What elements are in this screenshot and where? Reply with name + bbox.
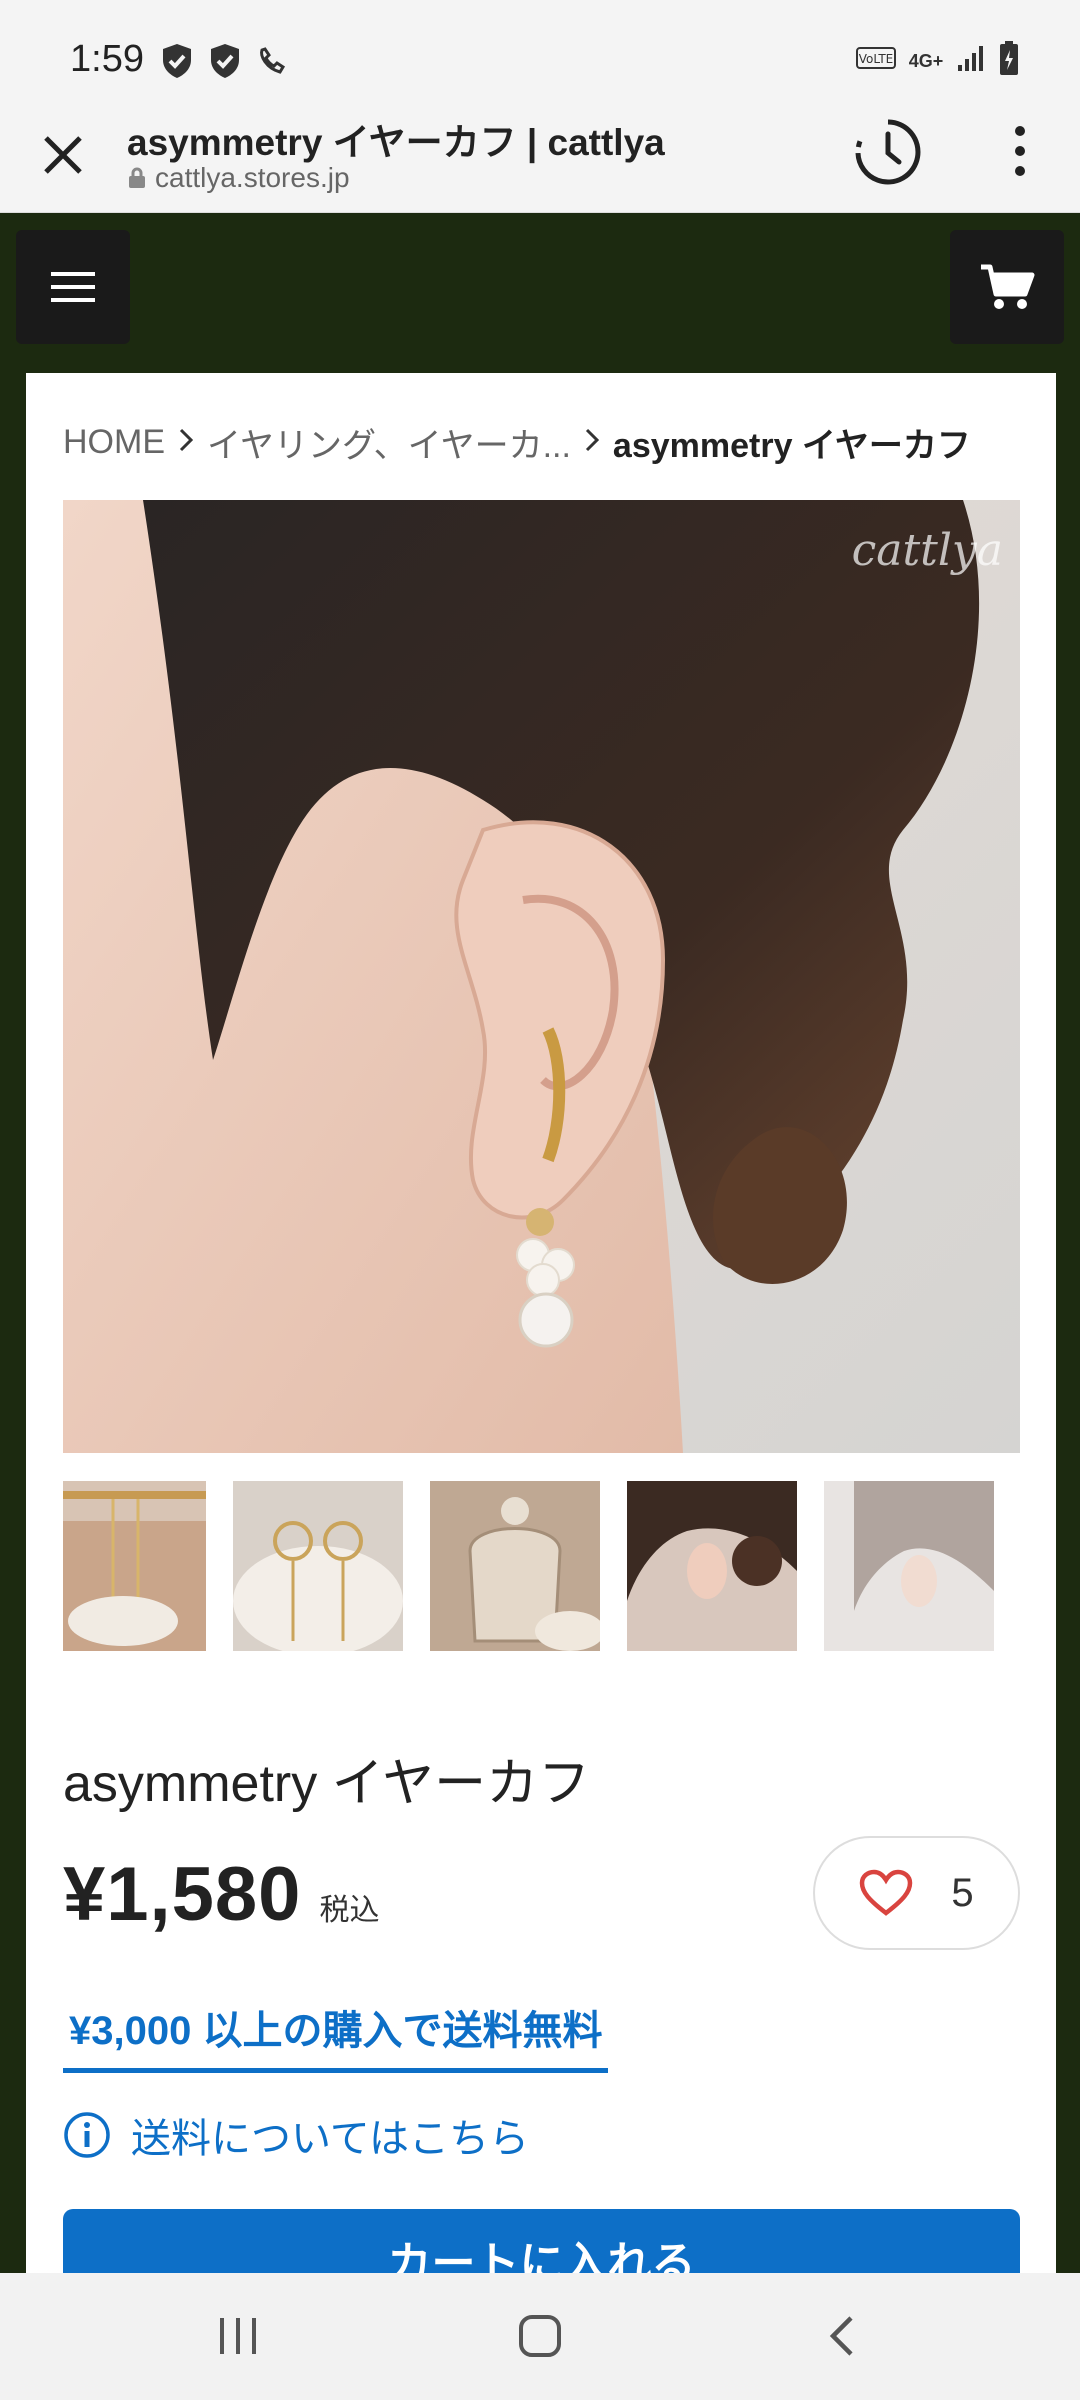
thumbnail-3[interactable]: [430, 1481, 600, 1651]
thumbnail-1[interactable]: [63, 1481, 206, 1651]
home-icon: [519, 2315, 561, 2357]
free-shipping-banner: ¥3,000 以上の購入で送料無料: [63, 1998, 609, 2073]
like-count: 5: [951, 1870, 974, 1915]
thumbnail-4[interactable]: [627, 1481, 797, 1651]
product-price: ¥1,580: [63, 1852, 302, 1937]
menu-button[interactable]: [16, 230, 130, 344]
info-icon: [64, 2112, 110, 2158]
breadcrumb: HOME イヤリング、イヤーカ... asymmetry イヤーカフ: [63, 418, 971, 467]
recent-apps-button[interactable]: [198, 2301, 278, 2371]
cart-icon: [981, 264, 1035, 309]
signal-icon: [956, 43, 986, 78]
price-row: ¥1,580 税込: [63, 1851, 379, 1938]
recent-apps-icon: [220, 2318, 256, 2354]
svg-text:VoLTE: VoLTE: [859, 52, 894, 66]
chevron-right-icon: [179, 426, 194, 460]
tax-label: 税込: [319, 1894, 380, 1927]
shield-icon: [160, 42, 194, 85]
page-url: cattlya.stores.jp: [127, 162, 350, 194]
product-card: HOME イヤリング、イヤーカ... asymmetry イヤーカフ cattl…: [26, 373, 1056, 2299]
network-label: 4G+: [908, 50, 944, 71]
thumbnail-5[interactable]: [824, 1481, 994, 1651]
status-icons-right: VoLTE 4G+: [856, 40, 1020, 81]
product-title: asymmetry イヤーカフ: [63, 1755, 591, 1813]
back-icon: [829, 2316, 853, 2356]
thumbnail-2[interactable]: [233, 1481, 403, 1651]
battery-icon: [998, 40, 1020, 81]
breadcrumb-home[interactable]: HOME: [63, 423, 165, 462]
heart-icon: [860, 1869, 913, 1916]
breadcrumb-category[interactable]: イヤリング、イヤーカ...: [207, 418, 571, 467]
cart-button[interactable]: [950, 230, 1064, 344]
close-icon: [44, 136, 82, 174]
shipping-info-link[interactable]: 送料についてはこちら: [63, 2106, 529, 2164]
chevron-right-icon: [585, 426, 600, 460]
site-header: [0, 213, 1080, 373]
status-icons-left: [160, 42, 286, 85]
like-button[interactable]: 5: [813, 1836, 1020, 1950]
shipping-info-text: 送料についてはこちら: [131, 2117, 529, 2161]
more-options-button[interactable]: [1000, 120, 1040, 186]
history-icon: [855, 119, 921, 185]
home-button[interactable]: [500, 2301, 580, 2371]
shield-icon: [208, 42, 242, 85]
status-time: 1:59: [70, 38, 144, 80]
history-button[interactable]: [852, 116, 924, 188]
image-watermark: cattlya: [852, 525, 1003, 576]
url-text: cattlya.stores.jp: [155, 162, 350, 193]
page-title: asymmetry イヤーカフ | cattlya: [127, 122, 665, 163]
call-icon: [256, 46, 286, 81]
breadcrumb-current: asymmetry イヤーカフ: [612, 427, 971, 465]
status-bar: 1:59 VoLTE 4G+: [0, 0, 1080, 100]
system-nav-bar: [0, 2273, 1080, 2400]
lock-icon: [129, 167, 145, 188]
product-main-image[interactable]: cattlya: [63, 500, 1020, 1453]
thumbnail-strip: [63, 1481, 1020, 1651]
4g-icon: 4G+: [908, 52, 944, 70]
back-button[interactable]: [802, 2301, 882, 2371]
hamburger-icon: [51, 272, 95, 302]
close-tab-button[interactable]: [30, 122, 96, 188]
more-vert-icon: [1015, 126, 1025, 176]
volte-icon: VoLTE: [856, 47, 896, 74]
